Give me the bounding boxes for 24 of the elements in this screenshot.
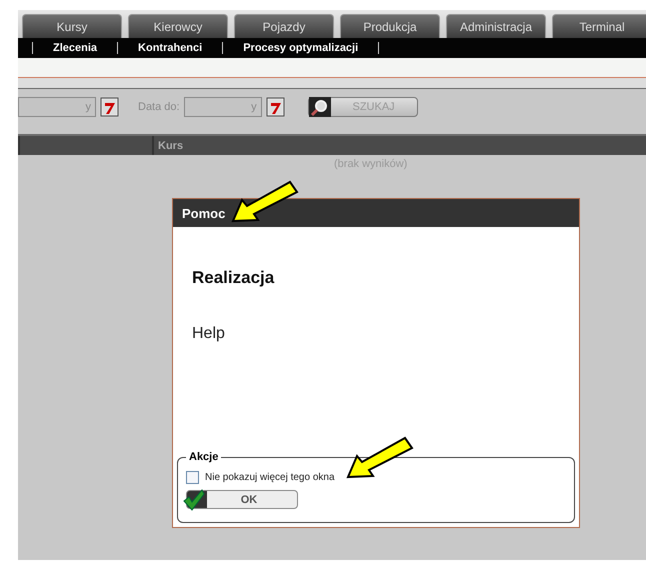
group-legend: Akcje	[186, 451, 222, 463]
checkbox[interactable]	[186, 471, 199, 484]
nav-tab[interactable]: Terminal	[552, 14, 646, 38]
dialog-title: Pomoc	[173, 199, 579, 227]
dialog-heading: Realizacja	[192, 268, 276, 288]
nav-tab[interactable]: Kursy	[22, 14, 122, 38]
nav-tab[interactable]: Administracja	[446, 14, 546, 38]
nav-tab[interactable]: Kierowcy	[128, 14, 228, 38]
submenu-link[interactable]: Kontrahenci	[118, 42, 222, 54]
submenu-link[interactable]: Zlecenia	[33, 42, 118, 54]
checkbox-label: Nie pokazuj więcej tego okna	[205, 472, 335, 483]
calendar-icon[interactable]	[98, 96, 120, 118]
nav-tab[interactable]: Produkcja	[340, 14, 440, 38]
arrow-icon	[345, 436, 415, 480]
field-label: Data do:	[138, 101, 180, 113]
ok-button[interactable]: OK	[186, 490, 298, 509]
submenu-link[interactable]: Procesy optymalizacji	[223, 42, 378, 54]
arrow-icon	[230, 180, 300, 224]
check-icon	[183, 489, 205, 511]
column-header: Kurs	[152, 136, 646, 155]
help-text: Help	[192, 325, 226, 343]
calendar-icon[interactable]	[264, 96, 286, 118]
magnifier-icon	[308, 97, 331, 117]
nav-tab[interactable]: Pojazdy	[234, 14, 334, 38]
